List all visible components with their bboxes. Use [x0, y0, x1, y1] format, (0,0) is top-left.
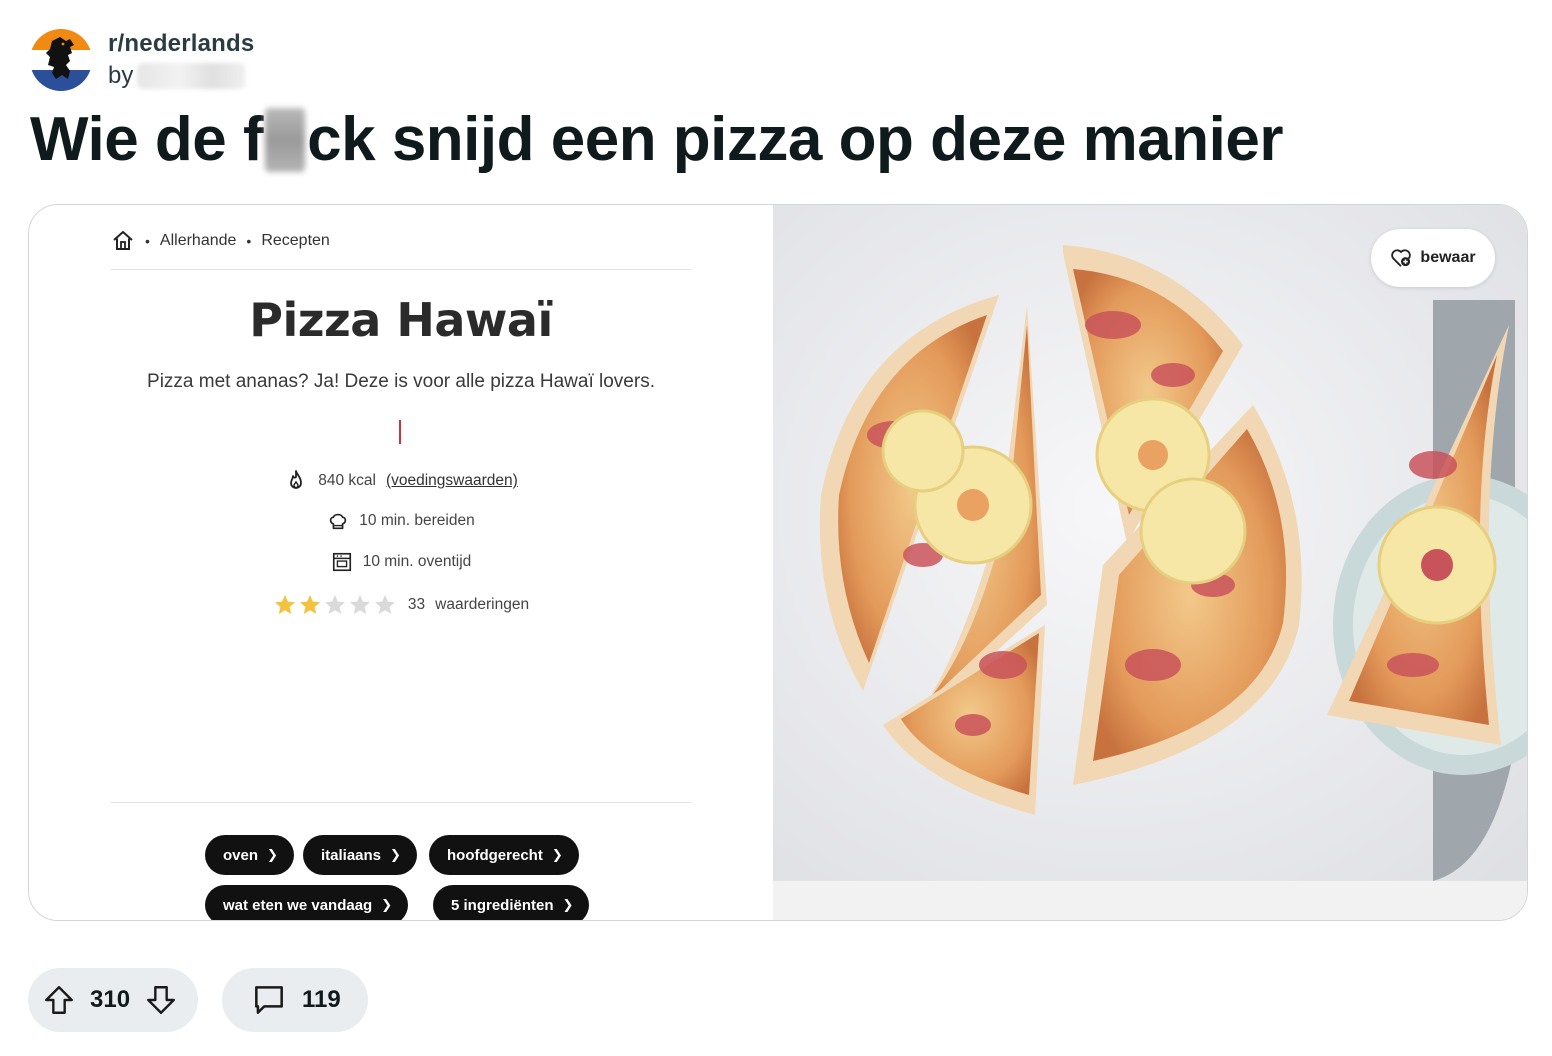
- star-icon[interactable]: [298, 593, 322, 617]
- divider: [111, 269, 691, 270]
- chevron-right-icon: ❯: [551, 847, 563, 862]
- star-icon[interactable]: [373, 593, 397, 617]
- chef-hat-icon: [330, 513, 347, 530]
- oven-row: 10 min. oventijd: [29, 551, 773, 573]
- divider: [111, 802, 691, 803]
- by-label: by: [108, 62, 134, 89]
- flag-lion-icon: [30, 29, 92, 91]
- star-icon[interactable]: [323, 593, 347, 617]
- chevron-right-icon: ❯: [390, 847, 401, 862]
- breadcrumb-allerhande[interactable]: Allerhande: [160, 232, 237, 250]
- oven-icon: [332, 552, 351, 572]
- censor-blur: [265, 108, 306, 172]
- title-part-2: ck snijd een pizza op deze manier: [307, 105, 1283, 174]
- heart-plus-icon: [1391, 249, 1412, 267]
- save-button[interactable]: bewaar: [1371, 229, 1495, 287]
- tag-wat-eten-we-vandaag[interactable]: wat eten we vandaag ❯: [205, 885, 409, 920]
- nutrition-link[interactable]: (voedingswaarden): [386, 472, 518, 490]
- accent-bar: [399, 420, 401, 444]
- tag-hoofdgerecht[interactable]: hoofdgerecht ❯: [429, 835, 579, 875]
- recipe-subtitle: Pizza met ananas? Ja! Deze is voor alle …: [147, 371, 655, 392]
- kcal-value: 840 kcal: [318, 472, 376, 489]
- rating-label: waarderingen: [435, 596, 530, 613]
- breadcrumb-recepten[interactable]: Recepten: [261, 232, 330, 250]
- prep-row: 10 min. bereiden: [29, 510, 773, 532]
- pizza-image: [773, 205, 1527, 920]
- rating-count: 33: [407, 596, 426, 613]
- recipe-title: Pizza Hawaï: [249, 293, 553, 347]
- breadcrumb: • Allerhande • Recepten: [111, 229, 330, 253]
- subreddit-avatar[interactable]: [30, 29, 92, 91]
- home-icon[interactable]: [111, 229, 135, 253]
- star-rating[interactable]: [273, 593, 398, 617]
- redacted-username[interactable]: [137, 63, 246, 89]
- comment-icon: [255, 986, 283, 1014]
- tag-label: wat eten we vandaag: [223, 896, 373, 914]
- chevron-right-icon: ❯: [381, 897, 393, 912]
- upvote-icon[interactable]: [42, 983, 76, 1017]
- tag-label: oven: [223, 846, 259, 864]
- tag-5-ingredienten[interactable]: 5 ingrediënten ❯: [433, 885, 590, 920]
- byline: by: [108, 61, 254, 91]
- recipe-panel: • Allerhande • Recepten Pizza Hawaï Pizz…: [29, 205, 773, 920]
- tag-label: hoofdgerecht: [447, 846, 543, 864]
- pizza-photo: bewaar: [773, 205, 1527, 920]
- vote-score: 310: [90, 986, 131, 1013]
- kcal-row: 840 kcal (voedingswaarden): [29, 469, 773, 493]
- title-part-1: Wie de f: [30, 105, 264, 174]
- tag-italiaans[interactable]: italiaans ❯: [303, 835, 417, 875]
- chevron-right-icon: ❯: [267, 847, 278, 862]
- flame-icon: [290, 470, 303, 489]
- save-label: bewaar: [1420, 249, 1476, 266]
- tag-label: 5 ingrediënten: [451, 896, 554, 914]
- vote-bar: 310: [28, 968, 198, 1032]
- post-header: r/nederlands by: [30, 28, 254, 92]
- oven-time: 10 min. oventijd: [362, 553, 472, 570]
- post-image[interactable]: • Allerhande • Recepten Pizza Hawaï Pizz…: [28, 204, 1528, 921]
- comments-button[interactable]: 119: [222, 968, 368, 1032]
- prep-time: 10 min. bereiden: [359, 512, 475, 529]
- star-icon[interactable]: [273, 593, 297, 617]
- chevron-right-icon: ❯: [562, 897, 574, 912]
- subreddit-name[interactable]: r/nederlands: [108, 29, 254, 59]
- breadcrumb-separator: •: [246, 233, 252, 249]
- tag-oven[interactable]: oven ❯: [205, 835, 294, 875]
- tag-label: italiaans: [321, 846, 382, 864]
- star-icon[interactable]: [348, 593, 372, 617]
- downvote-icon[interactable]: [144, 983, 178, 1017]
- post-title[interactable]: Wie de f ck snijd een pizza op deze manie…: [30, 100, 1283, 180]
- rating-row: 33 waarderingen: [29, 593, 773, 617]
- breadcrumb-separator: •: [145, 233, 150, 249]
- comment-count: 119: [302, 986, 341, 1013]
